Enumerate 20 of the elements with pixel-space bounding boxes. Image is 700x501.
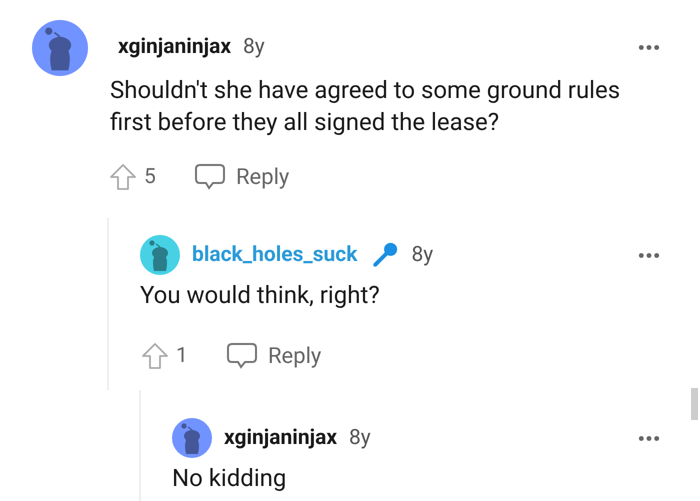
comment-age: 8y xyxy=(411,243,434,267)
comment-icon xyxy=(226,341,258,371)
username[interactable]: xginjaninjax xyxy=(224,426,337,450)
comment-text: Shouldn't she have agreed to some ground rules first before they all signed the lease? xyxy=(110,75,622,138)
comment-age: 8y xyxy=(243,35,265,59)
vote-count: 5 xyxy=(144,165,157,189)
reply-button[interactable]: Reply xyxy=(194,162,290,192)
more-options-icon[interactable] xyxy=(638,434,660,442)
reply-button[interactable]: Reply xyxy=(226,341,322,371)
more-options-icon[interactable] xyxy=(638,252,660,258)
comment-text: No kidding xyxy=(172,463,288,494)
microphone-icon xyxy=(371,241,400,269)
comment-text: You would think, right? xyxy=(140,280,381,311)
username[interactable]: black_holes_suck xyxy=(192,243,358,267)
username[interactable]: xginjaninjax xyxy=(118,35,231,59)
scrollbar-thumb[interactable] xyxy=(691,388,698,420)
comment-age: 8y xyxy=(349,426,371,450)
vote-count: 1 xyxy=(176,344,189,368)
more-options-icon[interactable] xyxy=(638,44,660,51)
comment-icon xyxy=(194,162,226,192)
